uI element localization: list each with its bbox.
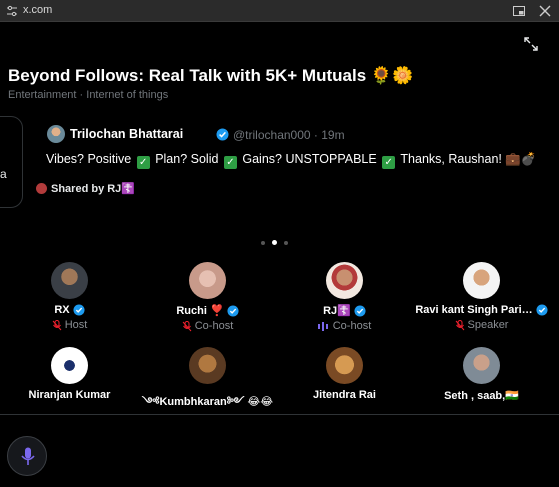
check-icon: ✓ [382,156,396,169]
post-text: Vibes? Positive ✓ Plan? Solid ✓ Gains? U… [46,152,536,169]
speaker-tile[interactable]: Ravi kant Singh Pari… Speaker [412,262,551,331]
avatar [463,262,500,299]
post-author-name[interactable]: Trilochan Bhattarai [70,127,183,141]
speaker-tile[interactable]: RJ☦️ Co-host [275,262,414,332]
speaker-role: Co-host [332,320,372,332]
check-icon: ✓ [223,156,237,169]
verified-badge-icon [536,304,548,316]
microphone-button[interactable] [7,436,47,476]
speaker-role: Co-host [194,320,234,332]
previous-post-text: a [0,167,7,181]
domain-label: x.com [23,4,53,16]
post-handle[interactable]: @trilochan000 · 19m [233,128,345,142]
sharer-avatar [36,183,47,194]
collapse-icon[interactable] [524,37,538,51]
speaker-tile[interactable]: ༺Kumbhkaran༻ 😂😂 [138,347,277,420]
avatar [51,347,88,384]
carousel-dot[interactable] [261,240,265,245]
shared-by: Shared by RJ☦️ [36,182,135,195]
speaker-name: Niranjan Kumar [28,389,111,401]
speaker-name: RX [54,304,70,316]
speaker-name: Ravi kant Singh Pari… [415,304,533,316]
speaker-name: RJ☦️ [323,305,351,317]
speaker-tile[interactable]: RX Host [0,262,139,331]
carousel-dots [261,240,288,245]
close-icon[interactable] [539,4,551,17]
avatar [326,347,363,384]
avatar [189,347,226,384]
verified-badge-icon [216,128,229,141]
speaker-role: Speaker [467,319,509,331]
footer-divider [0,414,559,415]
post-text-part: Plan? Solid [151,152,222,166]
carousel-dot-active[interactable] [272,240,277,245]
carousel-dot[interactable] [284,240,288,245]
speaking-icon [317,321,328,331]
mic-off-icon [52,319,62,330]
avatar [326,262,363,299]
pinned-post-card[interactable]: Trilochan Bhattarai @trilochan000 · 19m … [35,116,559,180]
speaker-name: ༺Kumbhkaran༻ 😂😂 [141,396,274,408]
mic-off-icon [455,319,464,330]
avatar [189,262,226,299]
verified-badge-icon [227,304,239,317]
speaker-tile[interactable]: Ruchi ❣️ Co-host [138,262,277,332]
speaker-tile[interactable]: Seth , saab,🇮🇳 [412,347,551,402]
post-text-part: Gains? UNSTOPPABLE [238,152,381,166]
speaker-name: Seth , saab,🇮🇳 [444,390,519,402]
speaker-tile[interactable]: Niranjan Kumar [0,347,139,401]
post-text-part: Thanks, Raushan! 💼💣 [397,152,537,166]
mic-off-icon [182,320,192,331]
speaker-role: Host [64,319,88,331]
picture-in-picture-icon[interactable] [513,4,525,16]
avatar [463,347,500,384]
space-title: Beyond Follows: Real Talk with 5K+ Mutua… [8,66,414,85]
browser-titlebar: x.com [0,0,559,22]
previous-post-card[interactable]: a [0,116,23,208]
post-text-part: Vibes? Positive [46,152,135,166]
post-author-avatar[interactable] [47,125,65,143]
microphone-icon [21,447,35,465]
speaker-name: Jitendra Rai [313,389,376,401]
shared-by-label: Shared by RJ☦️ [51,183,135,195]
space-topics: Entertainment · Internet of things [8,89,169,101]
verified-badge-icon [354,304,366,317]
avatar [51,262,88,299]
verified-badge-icon [73,304,85,316]
speaker-tile[interactable]: Jitendra Rai [275,347,414,401]
speaker-name: Ruchi ❣️ [176,305,224,317]
site-settings-icon[interactable] [6,4,18,17]
check-icon: ✓ [136,156,150,169]
